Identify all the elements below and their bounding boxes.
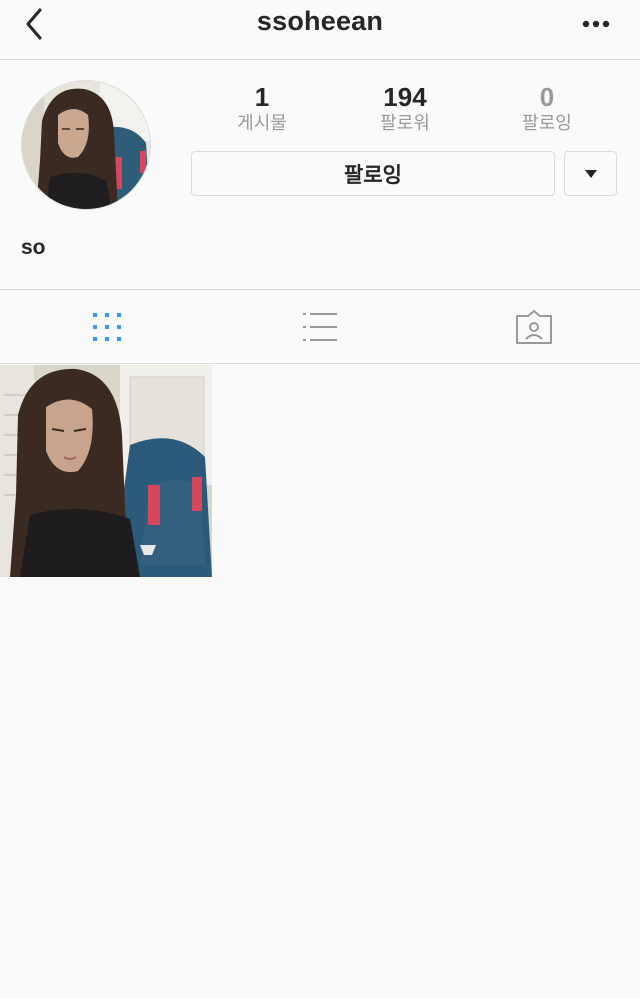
- post-photo: [0, 365, 212, 577]
- post-thumbnail[interactable]: [0, 365, 212, 577]
- tab-tagged-photos[interactable]: [427, 290, 640, 363]
- stat-posts-label: 게시물: [237, 113, 287, 133]
- stat-following[interactable]: 0 팔로잉: [482, 82, 612, 134]
- following-button[interactable]: 팔로잉: [191, 151, 555, 196]
- stat-followers-label: 팔로워: [380, 113, 430, 133]
- avatar[interactable]: [21, 80, 151, 210]
- profile-header: 1 게시물 194 팔로워 0 팔로잉 팔로잉 so: [0, 60, 640, 288]
- grid-icon: [92, 312, 121, 341]
- caret-down-icon: [584, 169, 597, 178]
- stat-following-label: 팔로잉: [522, 113, 572, 133]
- list-icon: [302, 312, 337, 341]
- tagged-icon: [515, 309, 552, 344]
- avatar-photo: [22, 81, 150, 209]
- tab-grid-view[interactable]: [0, 290, 213, 363]
- bio-name: so: [21, 236, 46, 259]
- stat-followers-count: 194: [383, 82, 427, 112]
- stat-posts-count: 1: [254, 82, 270, 112]
- stat-following-count: 0: [539, 82, 555, 112]
- profile-username-title: ssoheean: [256, 6, 384, 36]
- top-nav-bar: ssoheean: [0, 0, 640, 60]
- more-dots-icon: [582, 20, 610, 28]
- stat-followers[interactable]: 194 팔로워: [340, 82, 470, 134]
- more-options-button[interactable]: [578, 12, 618, 36]
- stat-posts[interactable]: 1 게시물: [197, 82, 327, 134]
- suggestions-dropdown-button[interactable]: [564, 151, 617, 196]
- profile-view-tabs: [0, 289, 640, 364]
- tab-list-view[interactable]: [213, 290, 426, 363]
